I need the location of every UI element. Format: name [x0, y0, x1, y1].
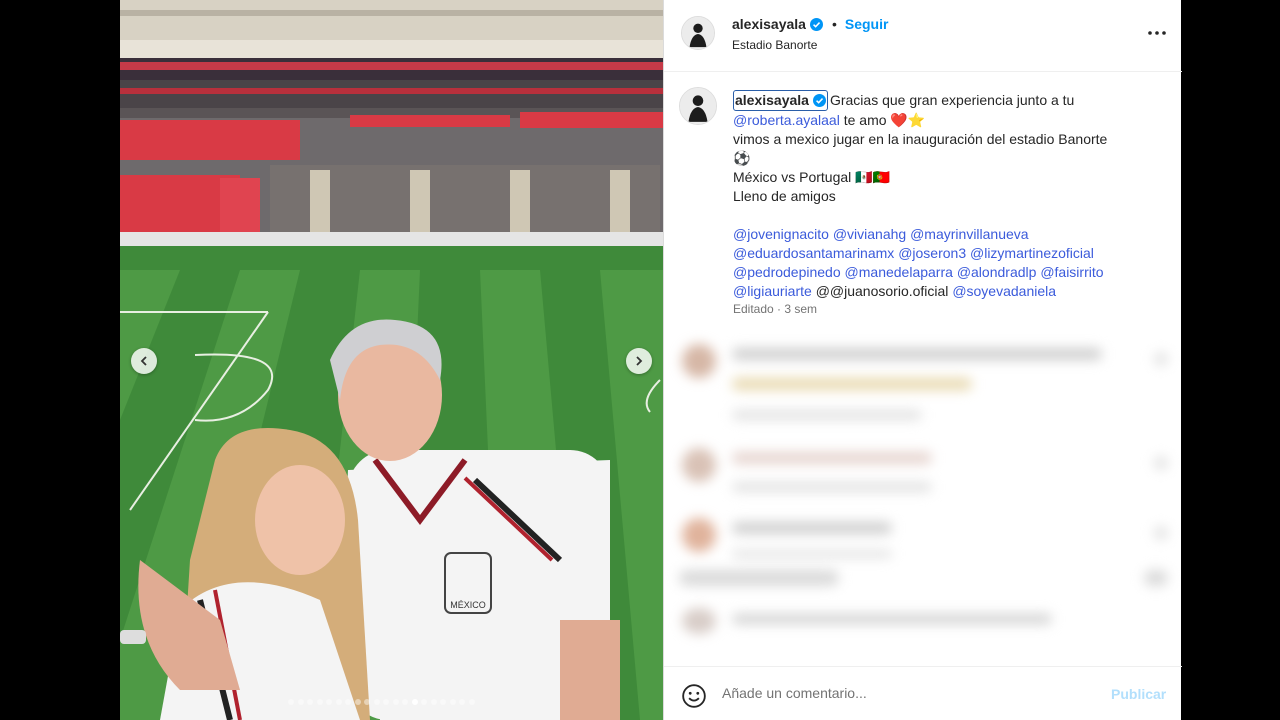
post-header: alexisayala • Seguir Estadio Banorte [664, 0, 1182, 72]
mention-link[interactable]: @manedelaparra [845, 264, 953, 280]
carousel-dot [430, 699, 437, 705]
caption-line-5: México vs Portugal 🇲🇽🇵🇹 [733, 169, 891, 185]
more-horizontal-icon[interactable] [1146, 26, 1168, 40]
carousel-dot [383, 699, 389, 705]
caption-username-link[interactable]: alexisayala [733, 90, 828, 111]
verified-badge-icon [812, 94, 826, 107]
caption-line-1: Gracias que gran experiencia junto a tu [829, 92, 1075, 108]
emoji-smile-icon[interactable] [681, 683, 707, 709]
caption-line-3: vimos a mexico jugar en la inauguración … [733, 131, 1108, 147]
comments-list-blurred [664, 330, 1182, 660]
carousel-dot [354, 699, 361, 705]
tags-row: @ligiauriarte @@juanosorio.oficial @soye… [733, 282, 1153, 301]
carousel-dot [345, 699, 351, 705]
time-ago[interactable]: 3 sem [784, 302, 817, 316]
follow-button[interactable]: Seguir [845, 16, 889, 32]
post-timestamp: Editado · 3 sem [733, 302, 818, 316]
carousel-pagination [288, 699, 475, 705]
verified-badge-icon [809, 17, 823, 31]
carousel-dot [440, 699, 446, 705]
mention-link[interactable]: @jovenignacito [733, 226, 829, 242]
mention-link[interactable]: @faisirrito [1040, 264, 1103, 280]
carousel-dot [402, 699, 408, 705]
carousel-dot [459, 699, 465, 705]
carousel-dot [392, 699, 399, 705]
edited-label: Editado [733, 302, 774, 316]
carousel-prev-button[interactable] [131, 348, 157, 374]
caption-username: alexisayala [735, 92, 809, 108]
avatar[interactable] [681, 16, 715, 50]
mention-link[interactable]: @alondradlp [957, 264, 1037, 280]
carousel-next-button[interactable] [626, 348, 652, 374]
jersey-badge-text: MÉXICO [450, 600, 486, 610]
mention-link[interactable]: @vivianahg [833, 226, 906, 242]
mention-link[interactable]: @joseron3 [898, 245, 966, 261]
mention-link[interactable]: @pedrodepinedo [733, 264, 841, 280]
comment-composer: Publicar [664, 666, 1182, 720]
carousel-dot [411, 699, 418, 705]
carousel-dot [307, 699, 313, 705]
tags-row: @eduardosantamarinamx @joseron3 @lizymar… [733, 244, 1153, 263]
carousel-dot [449, 699, 456, 705]
caption-line-4: ⚽️ [733, 150, 751, 166]
separator-dot: • [831, 16, 837, 32]
caption-line-6: Lleno de amigos [733, 188, 836, 204]
mention-link[interactable]: @ligiauriarte [733, 283, 812, 299]
mention-link[interactable]: @soyevadaniela [952, 283, 1056, 299]
carousel-dot [288, 699, 294, 705]
carousel-dot [468, 699, 475, 705]
carousel-dot [373, 699, 380, 705]
tags-row: @jovenignacito @vivianahg @mayrinvillanu… [733, 225, 1153, 244]
caption-text: alexisayala Gracias que gran experiencia… [733, 90, 1153, 301]
post-image-carousel[interactable]: MÉXICO [120, 0, 663, 720]
carousel-dot [326, 699, 332, 705]
post-photo: MÉXICO [120, 0, 663, 720]
avatar[interactable] [679, 87, 717, 125]
carousel-dot [297, 699, 304, 705]
plain-tag-text: @@juanosorio.oficial [815, 283, 949, 299]
carousel-dot [335, 699, 342, 705]
username-link[interactable]: alexisayala [732, 16, 806, 32]
mention-link[interactable]: @roberta.ayalaal [733, 112, 840, 128]
post-side-panel: alexisayala • Seguir Estadio Banorte ale… [663, 0, 1182, 720]
post-author: alexisayala • Seguir [732, 16, 888, 32]
carousel-dot [316, 699, 323, 705]
publish-button[interactable]: Publicar [1111, 686, 1166, 702]
chevron-right-icon [636, 356, 643, 366]
caption-line-2: te amo ❤️⭐️ [839, 112, 926, 128]
comment-input[interactable] [722, 685, 1082, 701]
tags-row: @pedrodepinedo @manedelaparra @alondradl… [733, 263, 1153, 282]
location-link[interactable]: Estadio Banorte [732, 38, 817, 52]
carousel-dot [364, 699, 370, 705]
carousel-dot [421, 699, 427, 705]
chevron-left-icon [140, 356, 147, 366]
mention-link[interactable]: @eduardosantamarinamx [733, 245, 894, 261]
mention-link[interactable]: @lizymartinezoficial [970, 245, 1094, 261]
mention-link[interactable]: @mayrinvillanueva [910, 226, 1028, 242]
